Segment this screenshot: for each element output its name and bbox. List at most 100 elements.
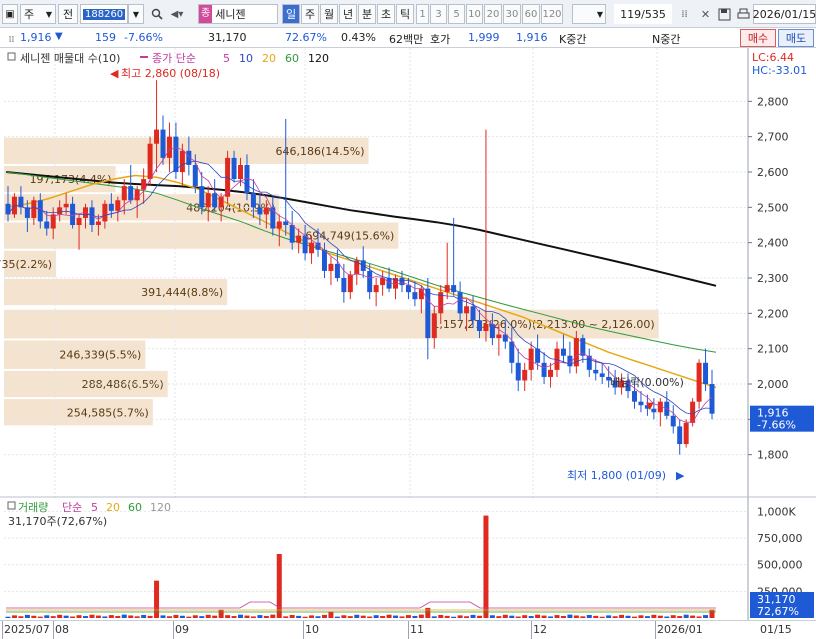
volume-bar	[341, 615, 347, 618]
price-chart[interactable]: 646,186(14.5%)197,173(4.4%)486,204(10.9%…	[0, 48, 816, 498]
candle-body	[515, 362, 521, 381]
period-button-30[interactable]: 30	[503, 4, 521, 24]
market-select[interactable]: 주 ▼	[20, 4, 56, 24]
period-button-5[interactable]: 5	[448, 4, 465, 24]
chart-title: 세니젠 매물대 수(10)	[20, 52, 120, 65]
volume-bar	[709, 609, 715, 618]
x-axis-tick	[173, 621, 174, 639]
candle-body	[541, 362, 547, 377]
volume-bar	[334, 616, 340, 618]
volume-bar	[231, 616, 237, 618]
volume-bar	[496, 616, 502, 618]
candle-body	[147, 143, 153, 180]
candle-body	[263, 207, 269, 215]
volume-bar	[548, 616, 554, 618]
tab-timeframe-6[interactable]: 틱	[396, 4, 414, 24]
volume-bar	[657, 615, 663, 618]
code-input[interactable]: 188260	[80, 4, 128, 24]
candle-body	[108, 203, 114, 211]
candle-body	[199, 186, 205, 208]
volume-last-pct: 72,67%	[757, 605, 799, 618]
candle-body	[309, 242, 315, 254]
y-tick-label: 2,400	[757, 237, 789, 250]
crosshair-icon[interactable]: ✕	[697, 4, 714, 24]
date-field[interactable]: 2026/01/15	[753, 4, 816, 24]
period-button-3[interactable]: 3	[430, 4, 447, 24]
code-dropdown[interactable]: ▼	[128, 4, 144, 24]
current-price: 1,916	[20, 31, 52, 44]
volume-bar	[328, 611, 334, 618]
candle-body	[179, 150, 185, 172]
stock-name-field[interactable]: 종 세니젠	[198, 4, 278, 24]
dividend-marker-icon: ▼	[646, 401, 654, 412]
x-axis-label: 01/15	[760, 623, 792, 636]
x-axis-tick	[531, 621, 532, 639]
candle-body	[257, 207, 263, 215]
candle-body	[638, 401, 644, 406]
period-combo[interactable]: ▼	[572, 4, 606, 24]
candle-body	[483, 323, 489, 331]
volume-bar	[102, 616, 108, 618]
legend-ma-label: 종가 단순	[152, 52, 196, 65]
candle-body	[212, 193, 218, 208]
hc-label: HC:-33.01	[752, 64, 807, 77]
period-select[interactable]: 전	[58, 4, 78, 24]
market-label: 주	[24, 8, 35, 21]
volume-bar	[644, 616, 650, 618]
candle-body	[276, 221, 282, 229]
grid-icon[interactable]: ⁞⁞	[3, 30, 20, 50]
buy-button[interactable]: 매수	[740, 29, 776, 47]
volume-bar	[76, 615, 82, 618]
tab-timeframe-0[interactable]: 일	[282, 4, 300, 24]
volume-bar	[431, 616, 437, 618]
search-icon[interactable]	[148, 4, 165, 24]
volume-legend-period: 120	[150, 501, 171, 514]
tab-timeframe-2[interactable]: 월	[320, 4, 338, 24]
candle-body	[470, 306, 476, 321]
volume-bar	[321, 614, 327, 618]
sell-button[interactable]: 매도	[778, 29, 814, 47]
period-button-120[interactable]: 120	[541, 4, 563, 24]
volume-chart[interactable]: 1,000K750,000500,000250,000거래량 단순 5 20 60 120…	[0, 498, 816, 620]
volume-tick-label: 1,000K	[757, 505, 796, 518]
tab-timeframe-1[interactable]: 주	[301, 4, 319, 24]
x-axis-label: 09	[175, 623, 189, 636]
low-annotation: 최저 1,800 (01/09)	[567, 469, 666, 482]
volume-bar	[476, 615, 482, 618]
period-button-60[interactable]: 60	[522, 4, 540, 24]
k-mid: K중간	[559, 33, 587, 46]
volume-title: 거래량	[18, 501, 48, 514]
candle-body	[134, 189, 140, 201]
high-annotation: 최고 2,860 (08/18)	[121, 67, 220, 80]
volume-bar	[179, 615, 185, 618]
window-icon[interactable]: ▣	[2, 4, 18, 24]
period-button-20[interactable]: 20	[484, 4, 502, 24]
candle-body	[128, 186, 134, 201]
tab-timeframe-5[interactable]: 초	[377, 4, 395, 24]
volume: 31,170	[208, 31, 247, 44]
candle-body	[373, 285, 379, 293]
volume-bar	[580, 616, 586, 618]
tab-timeframe-3[interactable]: 년	[339, 4, 357, 24]
scroll-icon[interactable]: ⁞⁞	[676, 4, 693, 24]
print-icon[interactable]	[735, 4, 752, 24]
speaker-icon[interactable]: ◀▾	[166, 4, 188, 24]
volume-bar	[276, 554, 282, 618]
floppy-icon[interactable]	[716, 4, 733, 24]
period-button-10[interactable]: 10	[466, 4, 483, 24]
candle-body	[250, 193, 256, 208]
volume-bar	[309, 615, 315, 618]
volume-bar	[619, 614, 625, 618]
volume-bar	[515, 616, 521, 618]
last-pct-label: -7.66%	[757, 419, 796, 432]
candle-body	[296, 235, 302, 243]
y-tick-label: 2,000	[757, 378, 789, 391]
volume-bar	[586, 614, 592, 618]
candle-body	[489, 323, 495, 339]
volume-profile-label: 391,444(8.8%)	[141, 286, 223, 299]
volume-bar	[638, 615, 644, 618]
volume-bar	[373, 615, 379, 618]
tab-timeframe-4[interactable]: 분	[358, 4, 376, 24]
volume-bar	[354, 614, 360, 618]
period-button-1[interactable]: 1	[416, 4, 429, 24]
